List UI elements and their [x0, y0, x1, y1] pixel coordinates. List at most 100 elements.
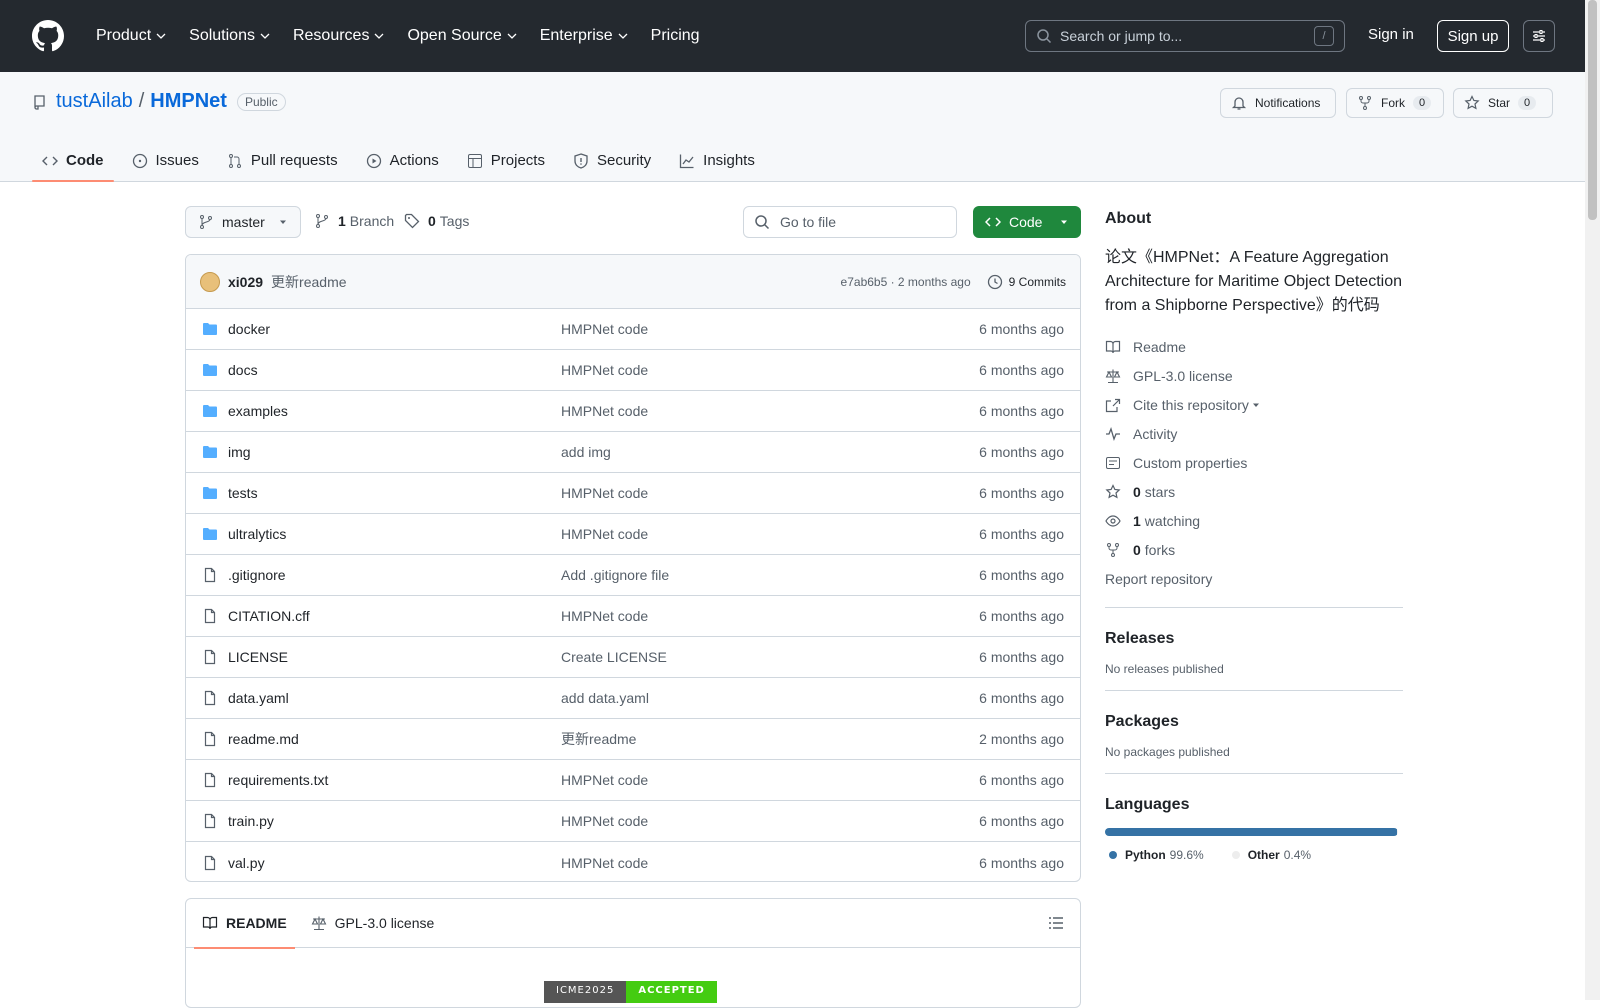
file-commit-message[interactable]: HMPNet code [561, 608, 979, 624]
table-row[interactable]: examples HMPNet code 6 months ago [186, 391, 1080, 432]
file-name-link[interactable]: data.yaml [228, 690, 561, 706]
tab-projects[interactable]: Projects [457, 139, 555, 182]
file-commit-message[interactable]: HMPNet code [561, 772, 979, 788]
tab-pull-requests-label: Pull requests [250, 152, 338, 169]
tab-license[interactable]: GPL-3.0 license [311, 899, 434, 948]
readme-link[interactable]: Readme [1105, 332, 1403, 361]
repo-name-link[interactable]: HMPNet [150, 90, 227, 113]
avatar[interactable] [200, 271, 220, 292]
file-commit-message[interactable]: HMPNet code [561, 855, 979, 871]
scrollbar-thumb[interactable] [1588, 0, 1597, 220]
file-commit-message[interactable]: Create LICENSE [561, 649, 979, 665]
file-name-link[interactable]: CITATION.cff [228, 608, 561, 624]
watching-link[interactable]: 1 watching [1105, 506, 1403, 535]
commit-author[interactable]: xi029 [228, 274, 263, 290]
packages-empty: No packages published [1105, 745, 1230, 759]
file-commit-message[interactable]: Add .gitignore file [561, 567, 979, 583]
tags-link[interactable]: 0 Tags [404, 213, 469, 229]
custom-properties-link[interactable]: Custom properties [1105, 448, 1403, 477]
go-to-file-input[interactable]: Go to file [743, 206, 957, 238]
file-name-link[interactable]: requirements.txt [228, 772, 561, 788]
commit-message[interactable]: 更新readme [271, 272, 346, 292]
github-logo-icon[interactable] [32, 20, 64, 52]
tab-pull-requests[interactable]: Pull requests [217, 139, 348, 182]
search-input[interactable]: Search or jump to... / [1025, 20, 1345, 52]
releases-title[interactable]: Releases [1105, 630, 1403, 648]
file-commit-message[interactable]: HMPNet code [561, 362, 979, 378]
repo-owner-link[interactable]: tustAilab [56, 90, 133, 113]
nav-enterprise[interactable]: Enterprise [532, 20, 637, 52]
file-name-link[interactable]: LICENSE [228, 649, 561, 665]
language-item[interactable]: Other 0.4% [1228, 848, 1311, 862]
file-commit-message[interactable]: 更新readme [561, 729, 979, 749]
branches-link[interactable]: 1 Branch [314, 213, 394, 229]
page-scrollbar[interactable] [1585, 0, 1600, 1000]
table-row[interactable]: docker HMPNet code 6 months ago [186, 309, 1080, 350]
file-name-link[interactable]: val.py [228, 855, 561, 871]
packages-title[interactable]: Packages [1105, 713, 1403, 731]
file-name-link[interactable]: docs [228, 362, 561, 378]
outline-list-icon[interactable] [1048, 915, 1064, 931]
file-commit-message[interactable]: HMPNet code [561, 813, 979, 829]
file-name-link[interactable]: docker [228, 321, 561, 337]
file-name-link[interactable]: tests [228, 485, 561, 501]
stars-link[interactable]: 0 stars [1105, 477, 1403, 506]
nav-resources[interactable]: Resources [285, 20, 393, 52]
tab-security[interactable]: Security [563, 139, 661, 182]
notifications-button[interactable]: Notifications [1220, 88, 1336, 118]
commit-sha-time[interactable]: e7ab6b5 · 2 months ago [841, 275, 971, 289]
table-row[interactable]: docs HMPNet code 6 months ago [186, 350, 1080, 391]
file-rows: docker HMPNet code 6 months ago docs HMPNet … [186, 309, 1080, 881]
go-to-file-placeholder: Go to file [780, 214, 837, 230]
tab-readme[interactable]: README [194, 899, 295, 949]
tab-code[interactable]: Code [32, 139, 114, 182]
table-row[interactable]: val.py HMPNet code 6 months ago [186, 842, 1080, 881]
forks-link[interactable]: 0 forks [1105, 535, 1403, 564]
file-commit-message[interactable]: HMPNet code [561, 403, 979, 419]
table-row[interactable]: img add img 6 months ago [186, 432, 1080, 473]
tab-insights[interactable]: Insights [669, 139, 765, 182]
table-row[interactable]: train.py HMPNet code 6 months ago [186, 801, 1080, 842]
nav-solutions[interactable]: Solutions [181, 20, 279, 52]
file-commit-message[interactable]: HMPNet code [561, 526, 979, 542]
report-repository-link[interactable]: Report repository [1105, 564, 1403, 593]
signin-link[interactable]: Sign in [1368, 26, 1414, 43]
table-row[interactable]: .gitignore Add .gitignore file 6 months ag… [186, 555, 1080, 596]
table-row[interactable]: readme.md 更新readme 2 months ago [186, 719, 1080, 760]
nav-product[interactable]: Product [88, 20, 175, 52]
file-commit-message[interactable]: add img [561, 444, 979, 460]
table-row[interactable]: data.yaml add data.yaml 6 months ago [186, 678, 1080, 719]
table-row[interactable]: ultralytics HMPNet code 6 months ago [186, 514, 1080, 555]
signup-button[interactable]: Sign up [1437, 20, 1509, 52]
file-name-link[interactable]: ultralytics [228, 526, 561, 542]
file-name-link[interactable]: readme.md [228, 731, 561, 747]
activity-link[interactable]: Activity [1105, 419, 1403, 448]
nav-open-source[interactable]: Open Source [399, 20, 525, 52]
star-button[interactable]: Star 0 [1453, 88, 1553, 118]
file-name-link[interactable]: img [228, 444, 561, 460]
table-row[interactable]: tests HMPNet code 6 months ago [186, 473, 1080, 514]
file-name-link[interactable]: .gitignore [228, 567, 561, 583]
file-commit-message[interactable]: add data.yaml [561, 690, 979, 706]
tag-icon [404, 213, 420, 229]
tab-actions[interactable]: Actions [356, 139, 449, 182]
code-button[interactable]: Code [973, 206, 1081, 238]
commits-link[interactable]: 9 Commits [987, 274, 1066, 290]
table-row[interactable]: CITATION.cff HMPNet code 6 months ago [186, 596, 1080, 637]
table-row[interactable]: requirements.txt HMPNet code 6 months ago [186, 760, 1080, 801]
language-item[interactable]: Python 99.6% [1105, 848, 1204, 862]
table-row[interactable]: LICENSE Create LICENSE 6 months ago [186, 637, 1080, 678]
file-commit-message[interactable]: HMPNet code [561, 485, 979, 501]
file-name-link[interactable]: train.py [228, 813, 561, 829]
nav-pricing[interactable]: Pricing [643, 20, 708, 52]
branch-select[interactable]: master [185, 206, 301, 238]
license-link[interactable]: GPL-3.0 license [1105, 361, 1403, 390]
fork-button[interactable]: Fork 0 [1346, 88, 1444, 118]
tab-issues[interactable]: Issues [122, 139, 209, 182]
file-commit-message[interactable]: HMPNet code [561, 321, 979, 337]
cite-repository-link[interactable]: Cite this repository [1105, 390, 1403, 419]
readme-link-label: Readme [1133, 338, 1186, 355]
settings-menu-button[interactable] [1523, 20, 1555, 52]
file-name-link[interactable]: examples [228, 403, 561, 419]
file-icon [204, 772, 216, 788]
